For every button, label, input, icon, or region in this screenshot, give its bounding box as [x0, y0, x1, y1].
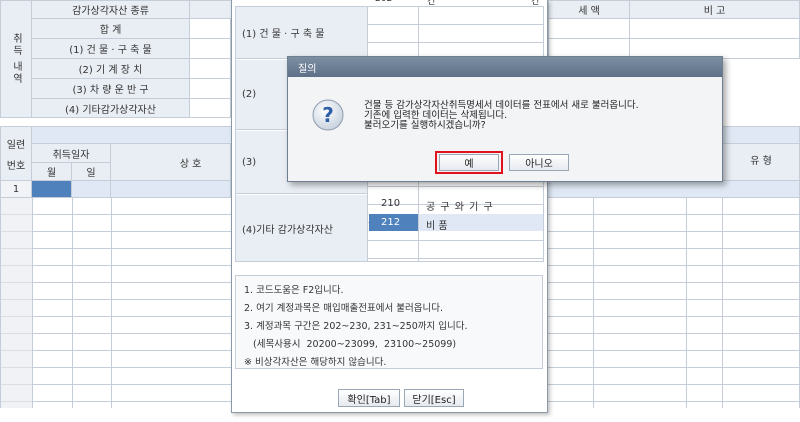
dialog-title: 질의: [298, 63, 317, 75]
col-header-acq-date: 취득일자: [32, 144, 111, 163]
detail-grid-right: [548, 198, 800, 408]
row-serial-number: 1: [0, 181, 32, 198]
col-header-company: 상 호: [111, 144, 231, 181]
dialog-message: 건물 등 감가상각자산취득명세서 데이터를 전표에서 새로 불러옵니다. 기존에…: [364, 101, 639, 131]
help-note: 2. 여기 계정과목은 매입매출전표에서 불러옵니다.: [244, 303, 443, 314]
col-header-tax: 세 액: [548, 0, 630, 19]
col-header-serial-line2: 번호: [6, 160, 26, 172]
col-header-note-label: 비 고: [703, 6, 726, 17]
day-input[interactable]: [72, 181, 111, 198]
col-header-month-label: 월: [46, 168, 57, 179]
col-header-type-label: 유 형: [750, 155, 772, 167]
col-header-asset-type-label: 감가상각자산 종류: [72, 6, 149, 17]
side-label-cell: 취득 내역: [0, 0, 32, 118]
row-vehicle-label: (3) 차 량 운 반 구: [72, 85, 149, 96]
help-note: 1. 코드도움은 F2입니다.: [244, 285, 344, 296]
group-building: (1) 건 물 · 구 축 물: [236, 7, 367, 59]
value-cell[interactable]: [190, 79, 231, 99]
dialog-titlebar[interactable]: 질의: [288, 57, 722, 77]
help-note: ※ 비상각자산은 해당하지 않습니다.: [244, 357, 387, 368]
side-label-details: 내역: [10, 61, 22, 85]
col-header-asset-type: 감가상각자산 종류: [32, 0, 190, 19]
col-header-tax-label: 세 액: [578, 6, 600, 17]
value-cell[interactable]: [190, 59, 231, 79]
row-building-label: (1) 건 물 · 구 축 물: [69, 45, 152, 56]
col-header-serial-line1: 일련: [6, 139, 26, 151]
row-machinery-label: (2) 기 계 장 치: [78, 65, 143, 76]
row1-right-band[interactable]: [548, 181, 800, 198]
code-row-code: 210: [381, 198, 401, 209]
company-input[interactable]: [111, 181, 231, 198]
help-note: (세목사용시 20200~23099, 23100~25099): [244, 339, 457, 350]
col-header-note: 비 고: [630, 0, 800, 19]
row-vehicle: (3) 차 량 운 반 구: [32, 79, 190, 99]
row-building: (1) 건 물 · 구 축 물: [32, 39, 190, 59]
query-dialog: 질의 ? 건물 등 감가상각자산취득명세서 데이터를 전표에서 새로 불러옵니다…: [287, 56, 723, 182]
group-other: (4)기타 감가상각자산: [236, 195, 367, 261]
col-header-day-label: 일: [86, 168, 96, 179]
col-header-type: 유 형: [723, 144, 800, 181]
row-serial-number-label: 1: [12, 183, 20, 195]
code-row-name: 비 품: [426, 221, 448, 232]
value-cell[interactable]: [190, 39, 231, 59]
confirm-tab-button[interactable]: 확인[Tab]: [338, 389, 400, 407]
code-row-selected[interactable]: 212 비 품: [368, 214, 543, 232]
group-building-label: (1) 건 물 · 구 축 물: [242, 29, 325, 40]
code-row[interactable]: 210 공 구 와 기 구: [368, 195, 543, 213]
question-icon: ?: [312, 99, 344, 131]
close-esc-button[interactable]: 닫기[Esc]: [404, 389, 464, 407]
side-label-acquisition: 취득: [10, 33, 22, 57]
top-partial-code: 202: [375, 0, 392, 4]
help-note: 3. 계정과목 구간은 202~230, 231~250까지 입니다.: [244, 321, 468, 332]
dialog-message-line: 불러오기를 실행하시겠습니까?: [364, 120, 486, 131]
col-header-month: 월: [32, 163, 72, 181]
row-total-label: 합 계: [99, 25, 122, 36]
group-machinery-label: (2): [242, 89, 257, 100]
col-header-serial: 일련 번호: [0, 126, 32, 181]
help-notes: 1. 코드도움은 F2입니다. 2. 여기 계정과목은 매입매출전표에서 불러옵…: [235, 275, 543, 369]
no-button[interactable]: 아니오: [509, 154, 569, 171]
tax-cell[interactable]: [548, 19, 630, 39]
note-cell[interactable]: [630, 19, 800, 39]
row-total: 합 계: [32, 19, 190, 39]
col-header-acq-date-label: 취득일자: [52, 149, 90, 161]
col-header-company-label: 상 호: [179, 158, 202, 170]
col-header-day: 일: [72, 163, 111, 181]
row-other-asset-label: (4) 기타감가상각자산: [65, 104, 156, 116]
svg-text:?: ?: [322, 103, 334, 127]
row-machinery: (2) 기 계 장 치: [32, 59, 190, 79]
detail-grid-left: [0, 198, 232, 408]
code-row-name: 공 구 와 기 구: [426, 202, 494, 213]
value-cell[interactable]: [190, 19, 231, 39]
group-vehicle-label: (3): [242, 156, 257, 168]
month-input-selected[interactable]: [32, 181, 72, 198]
value-cell[interactable]: [190, 99, 231, 118]
yes-button[interactable]: 예: [439, 154, 499, 171]
row-other-asset: (4) 기타감가상각자산: [32, 99, 190, 118]
group-other-label: (4)기타 감가상각자산: [242, 224, 333, 236]
code-row-code: 212: [381, 217, 401, 228]
